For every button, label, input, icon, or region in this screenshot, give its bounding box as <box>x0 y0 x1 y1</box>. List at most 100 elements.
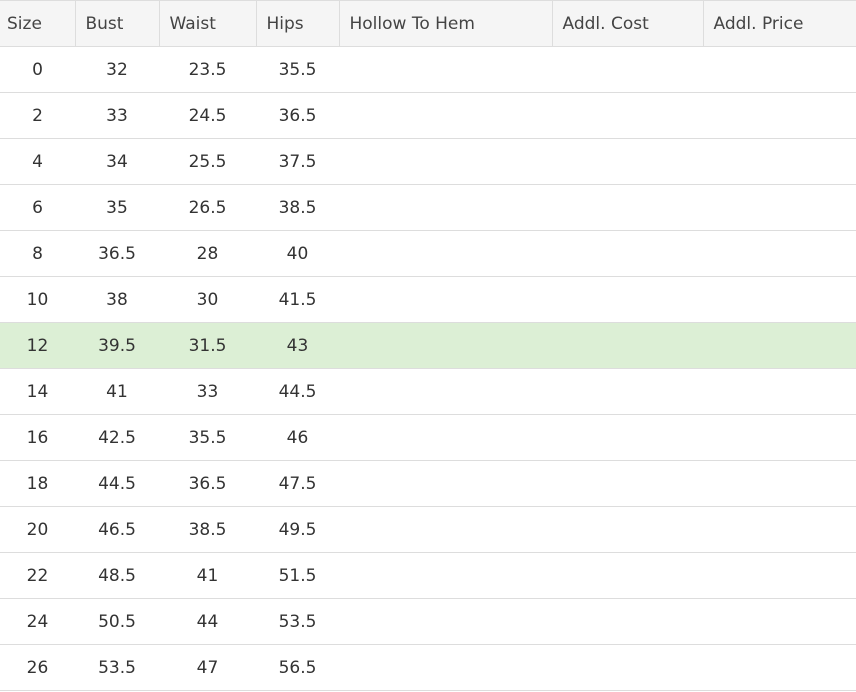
cell-bust: 53.5 <box>75 644 159 691</box>
cell-addl-cost <box>552 92 703 139</box>
table-row[interactable]: 12 39.5 31.5 43 <box>0 322 856 369</box>
cell-addl-cost <box>552 322 703 369</box>
cell-waist: 38.5 <box>159 506 256 553</box>
table-row[interactable]: 18 44.5 36.5 47.5 <box>0 460 856 507</box>
cell-waist: 23.5 <box>159 46 256 93</box>
cell-waist: 30 <box>159 276 256 323</box>
cell-addl-cost <box>552 276 703 323</box>
cell-bust: 48.5 <box>75 552 159 599</box>
cell-addl-price <box>703 46 856 93</box>
table-row[interactable]: 10 38 30 41.5 <box>0 276 856 323</box>
header-bust[interactable]: Bust <box>74 0 159 47</box>
cell-hollow-to-hem <box>339 598 552 645</box>
size-chart-table: Size Bust Waist Hips Hollow To Hem Addl.… <box>0 0 856 691</box>
table-body: 0 32 23.5 35.5 2 33 24.5 36.5 4 34 25.5 37.5 6 35 26.5… <box>0 46 856 691</box>
cell-addl-price <box>703 644 856 691</box>
cell-hollow-to-hem <box>339 276 552 323</box>
header-size[interactable]: Size <box>0 0 75 47</box>
cell-hips: 43 <box>256 322 339 369</box>
cell-addl-cost <box>552 414 703 461</box>
cell-addl-price <box>703 230 856 277</box>
cell-hips: 56.5 <box>256 644 339 691</box>
cell-waist: 35.5 <box>159 414 256 461</box>
cell-hips: 44.5 <box>256 368 339 415</box>
cell-hips: 35.5 <box>256 46 339 93</box>
table-row[interactable]: 22 48.5 41 51.5 <box>0 552 856 599</box>
cell-waist: 33 <box>159 368 256 415</box>
cell-addl-cost <box>552 552 703 599</box>
cell-hips: 46 <box>256 414 339 461</box>
header-hips[interactable]: Hips <box>255 0 339 47</box>
table-row[interactable]: 26 53.5 47 56.5 <box>0 644 856 691</box>
header-addl-cost[interactable]: Addl. Cost <box>551 0 703 47</box>
cell-waist: 25.5 <box>159 138 256 185</box>
cell-bust: 33 <box>75 92 159 139</box>
table-row[interactable]: 8 36.5 28 40 <box>0 230 856 277</box>
cell-addl-price <box>703 414 856 461</box>
cell-bust: 34 <box>75 138 159 185</box>
header-addl-price[interactable]: Addl. Price <box>702 0 856 47</box>
cell-addl-price <box>703 368 856 415</box>
cell-hips: 49.5 <box>256 506 339 553</box>
cell-size: 14 <box>0 368 75 415</box>
cell-size: 4 <box>0 138 75 185</box>
cell-addl-price <box>703 322 856 369</box>
cell-addl-price <box>703 276 856 323</box>
cell-addl-cost <box>552 230 703 277</box>
cell-addl-cost <box>552 506 703 553</box>
table-row[interactable]: 6 35 26.5 38.5 <box>0 184 856 231</box>
cell-size: 12 <box>0 322 75 369</box>
table-row[interactable]: 0 32 23.5 35.5 <box>0 46 856 93</box>
table-row[interactable]: 14 41 33 44.5 <box>0 368 856 415</box>
cell-bust: 39.5 <box>75 322 159 369</box>
cell-addl-cost <box>552 644 703 691</box>
cell-hollow-to-hem <box>339 644 552 691</box>
cell-hollow-to-hem <box>339 230 552 277</box>
cell-bust: 35 <box>75 184 159 231</box>
cell-addl-price <box>703 138 856 185</box>
table-row[interactable]: 24 50.5 44 53.5 <box>0 598 856 645</box>
cell-waist: 24.5 <box>159 92 256 139</box>
cell-hips: 41.5 <box>256 276 339 323</box>
cell-hollow-to-hem <box>339 138 552 185</box>
cell-addl-cost <box>552 46 703 93</box>
cell-waist: 28 <box>159 230 256 277</box>
cell-hips: 36.5 <box>256 92 339 139</box>
cell-addl-price <box>703 184 856 231</box>
cell-waist: 36.5 <box>159 460 256 507</box>
cell-bust: 46.5 <box>75 506 159 553</box>
table-row[interactable]: 16 42.5 35.5 46 <box>0 414 856 461</box>
cell-waist: 31.5 <box>159 322 256 369</box>
table-row[interactable]: 20 46.5 38.5 49.5 <box>0 506 856 553</box>
cell-waist: 41 <box>159 552 256 599</box>
header-row: Size Bust Waist Hips Hollow To Hem Addl.… <box>0 0 856 47</box>
cell-hollow-to-hem <box>339 92 552 139</box>
cell-size: 20 <box>0 506 75 553</box>
cell-size: 22 <box>0 552 75 599</box>
cell-bust: 44.5 <box>75 460 159 507</box>
cell-size: 18 <box>0 460 75 507</box>
cell-bust: 38 <box>75 276 159 323</box>
cell-addl-price <box>703 460 856 507</box>
header-waist[interactable]: Waist <box>158 0 256 47</box>
cell-hips: 38.5 <box>256 184 339 231</box>
table-row[interactable]: 4 34 25.5 37.5 <box>0 138 856 185</box>
cell-addl-price <box>703 92 856 139</box>
cell-addl-price <box>703 552 856 599</box>
cell-addl-cost <box>552 138 703 185</box>
cell-hips: 37.5 <box>256 138 339 185</box>
cell-addl-cost <box>552 368 703 415</box>
table-row[interactable]: 2 33 24.5 36.5 <box>0 92 856 139</box>
cell-addl-cost <box>552 598 703 645</box>
cell-hollow-to-hem <box>339 184 552 231</box>
cell-size: 8 <box>0 230 75 277</box>
cell-hips: 53.5 <box>256 598 339 645</box>
cell-size: 6 <box>0 184 75 231</box>
cell-hollow-to-hem <box>339 506 552 553</box>
cell-hips: 51.5 <box>256 552 339 599</box>
cell-hollow-to-hem <box>339 368 552 415</box>
header-hollow-to-hem[interactable]: Hollow To Hem <box>338 0 552 47</box>
cell-size: 16 <box>0 414 75 461</box>
cell-size: 24 <box>0 598 75 645</box>
cell-addl-price <box>703 598 856 645</box>
